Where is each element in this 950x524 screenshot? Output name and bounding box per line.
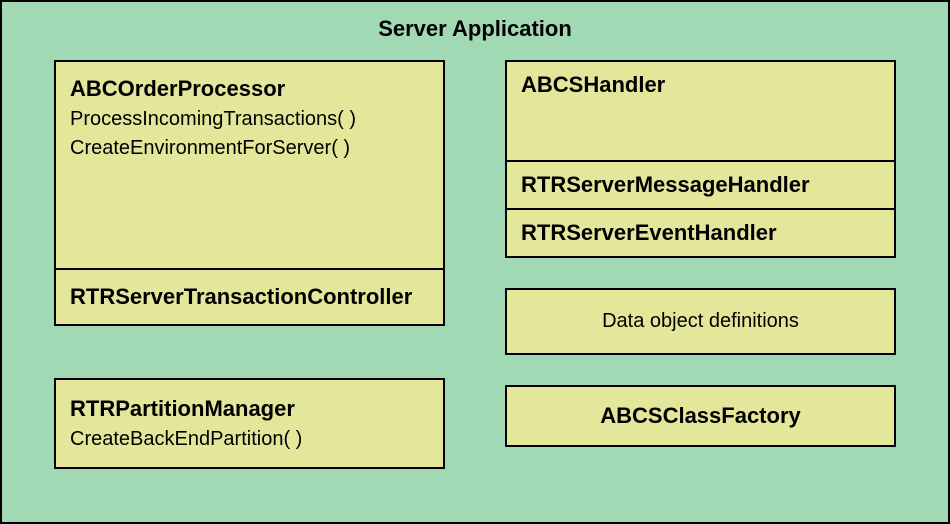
class-box-abcorderprocessor: ABCOrderProcessor ProcessIncomingTransac… <box>54 60 445 326</box>
class-section-base: RTRServerMessageHandler <box>507 160 894 208</box>
class-box-rtrpartitionmanager: RTRPartitionManager CreateBackEndPartiti… <box>54 378 445 469</box>
class-section-top: ABCOrderProcessor ProcessIncomingTransac… <box>56 62 443 268</box>
class-box-abcshandler: ABCSHandler RTRServerMessageHandler RTRS… <box>505 60 896 258</box>
label-text: Data object definitions <box>521 310 880 333</box>
class-name: ABCSClassFactory <box>521 403 880 429</box>
class-method: CreateBackEndPartition( ) <box>70 428 429 451</box>
left-column: ABCOrderProcessor ProcessIncomingTransac… <box>54 60 445 469</box>
diagram-title: Server Application <box>2 16 948 42</box>
label-section: Data object definitions <box>507 290 894 353</box>
class-name: RTRPartitionManager <box>70 396 429 422</box>
class-method: ProcessIncomingTransactions( ) <box>70 108 429 131</box>
class-section-top: ABCSHandler <box>507 62 894 160</box>
class-name: ABCSHandler <box>521 72 880 98</box>
base-class-name: RTRServerTransactionController <box>70 284 429 310</box>
class-box-abcsclassfactory: ABCSClassFactory <box>505 385 896 447</box>
class-section-base: RTRServerTransactionController <box>56 268 443 324</box>
columns: ABCOrderProcessor ProcessIncomingTransac… <box>2 52 948 469</box>
box-data-object-definitions: Data object definitions <box>505 288 896 355</box>
class-section: ABCSClassFactory <box>507 387 894 445</box>
class-name: ABCOrderProcessor <box>70 76 429 102</box>
class-section-base: RTRServerEventHandler <box>507 208 894 256</box>
diagram-container: Server Application ABCOrderProcessor Pro… <box>0 0 950 524</box>
base-class-name: RTRServerEventHandler <box>521 220 880 246</box>
base-class-name: RTRServerMessageHandler <box>521 172 880 198</box>
class-method: CreateEnvironmentForServer( ) <box>70 137 429 160</box>
right-column: ABCSHandler RTRServerMessageHandler RTRS… <box>505 60 896 469</box>
class-section: RTRPartitionManager CreateBackEndPartiti… <box>56 380 443 467</box>
